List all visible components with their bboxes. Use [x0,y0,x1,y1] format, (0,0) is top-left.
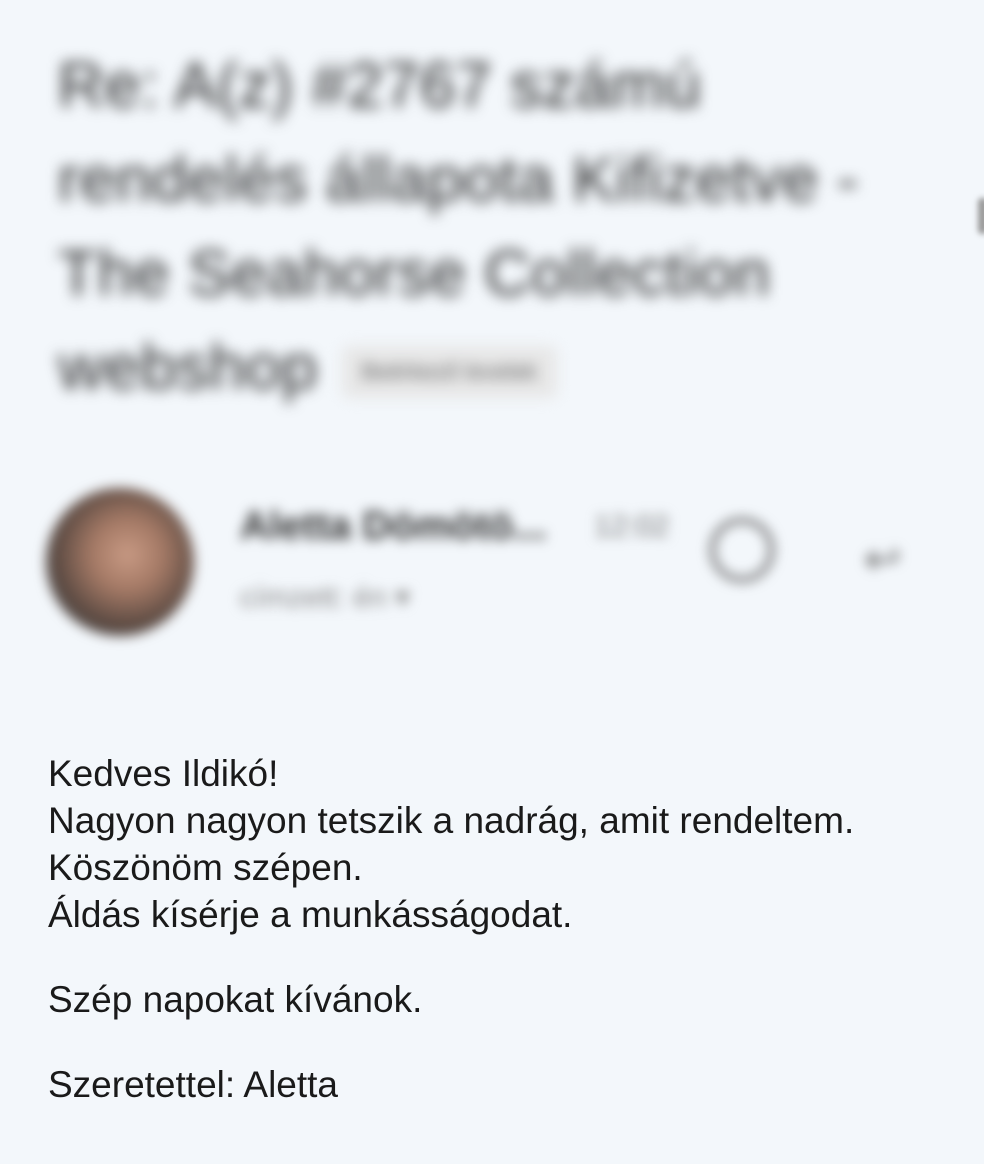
body-line: Kedves Ildikó! [48,753,279,794]
email-subject: Re: A(z) #2767 számú rendelés állapota K… [58,38,878,414]
body-line: Áldás kísérje a munkásságodat. [48,894,573,935]
star-icon[interactable] [978,198,984,234]
email-view: Re: A(z) #2767 számú rendelés állapota K… [0,0,984,1164]
emoji-reaction-icon[interactable] [710,518,774,582]
closing-line: Szép napokat kívánok. [48,979,423,1020]
inbox-label-chip[interactable]: Beérkező levelek [341,346,558,399]
reply-icon[interactable]: ↩ [864,534,901,585]
recipient-details[interactable]: címzett: én ▾ [240,580,410,615]
sender-time: 12:02 [594,510,670,543]
signature-line: Szeretettel: Aletta [48,1064,339,1105]
email-body: Kedves Ildikó! Nagyon nagyon tetszik a n… [48,750,968,1108]
body-line: Köszönöm szépen. [48,847,363,888]
sender-name[interactable]: Aletta Dömötö... [240,504,547,549]
body-line: Nagyon nagyon tetszik a nadrág, amit ren… [48,800,855,841]
sender-row: Aletta Dömötö... 12:02 címzett: én ▾ ↩ [46,488,946,638]
avatar[interactable] [46,488,194,636]
